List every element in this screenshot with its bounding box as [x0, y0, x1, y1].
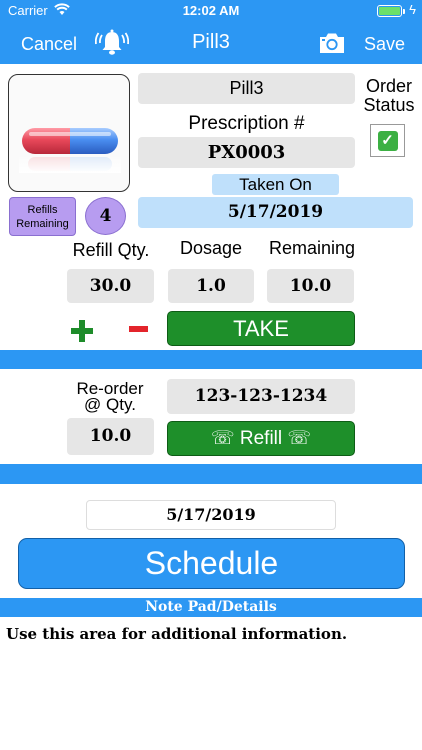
order-status-checkbox[interactable]: ✓: [370, 124, 405, 157]
checkmark-icon: ✓: [377, 130, 398, 151]
prescription-number-field[interactable]: PX0003: [138, 137, 355, 168]
increase-button[interactable]: [68, 317, 96, 345]
section-divider: [0, 350, 422, 369]
refills-remaining-button[interactable]: Refills Remaining: [9, 197, 76, 236]
battery-tip: [403, 9, 405, 14]
remaining-field[interactable]: 10.0: [267, 269, 354, 303]
dosage-field[interactable]: 1.0: [168, 269, 254, 303]
save-button[interactable]: Save: [364, 34, 405, 55]
page-title: Pill3: [192, 31, 230, 53]
reorder-qty-text: Re-order @ Qty.: [76, 379, 144, 414]
decrease-button[interactable]: [127, 317, 151, 341]
remaining-label: Remaining: [268, 238, 356, 258]
take-button[interactable]: TAKE: [167, 311, 355, 346]
cancel-button[interactable]: Cancel: [21, 34, 77, 55]
refills-remaining-label: Refills Remaining: [16, 204, 69, 230]
status-time: 12:02 AM: [182, 3, 240, 18]
pharmacy-phone-field[interactable]: 123-123-1234: [167, 379, 355, 414]
order-status-text: Order Status: [363, 76, 415, 115]
section-divider: [0, 464, 422, 484]
navigation-bar: Cancel Pill3 Save: [0, 22, 422, 64]
taken-on-label: Taken On: [212, 174, 339, 195]
pill-photo[interactable]: [8, 74, 130, 192]
schedule-date-field[interactable]: 5/17/2019: [86, 500, 336, 530]
refill-qty-label: Refill Qty.: [72, 240, 150, 260]
notepad-textarea[interactable]: Use this area for additional information…: [6, 625, 418, 643]
refill-call-button[interactable]: ☏ Refill ☏: [167, 421, 355, 456]
status-bar: Carrier 12:02 AM ϟ: [0, 0, 422, 22]
reorder-qty-label: Re-order @ Qty.: [60, 379, 160, 414]
dosage-label: Dosage: [179, 238, 243, 258]
notepad-header: Note Pad/Details: [0, 598, 422, 617]
charging-icon: ϟ: [409, 2, 416, 17]
taken-on-date-field[interactable]: 5/17/2019: [138, 197, 413, 228]
camera-icon[interactable]: [318, 32, 346, 54]
order-status-label: Order Status: [357, 77, 421, 115]
medication-name-field[interactable]: Pill3: [138, 73, 355, 104]
capsule-image: [19, 128, 121, 173]
refills-remaining-count: 4: [85, 197, 126, 235]
battery-icon: [377, 5, 402, 17]
prescription-label: Prescription #: [188, 113, 305, 134]
schedule-button[interactable]: Schedule: [18, 538, 405, 589]
refill-qty-field[interactable]: 30.0: [67, 269, 154, 303]
bell-alarm-icon[interactable]: [94, 28, 130, 58]
reorder-qty-field[interactable]: 10.0: [67, 418, 154, 455]
